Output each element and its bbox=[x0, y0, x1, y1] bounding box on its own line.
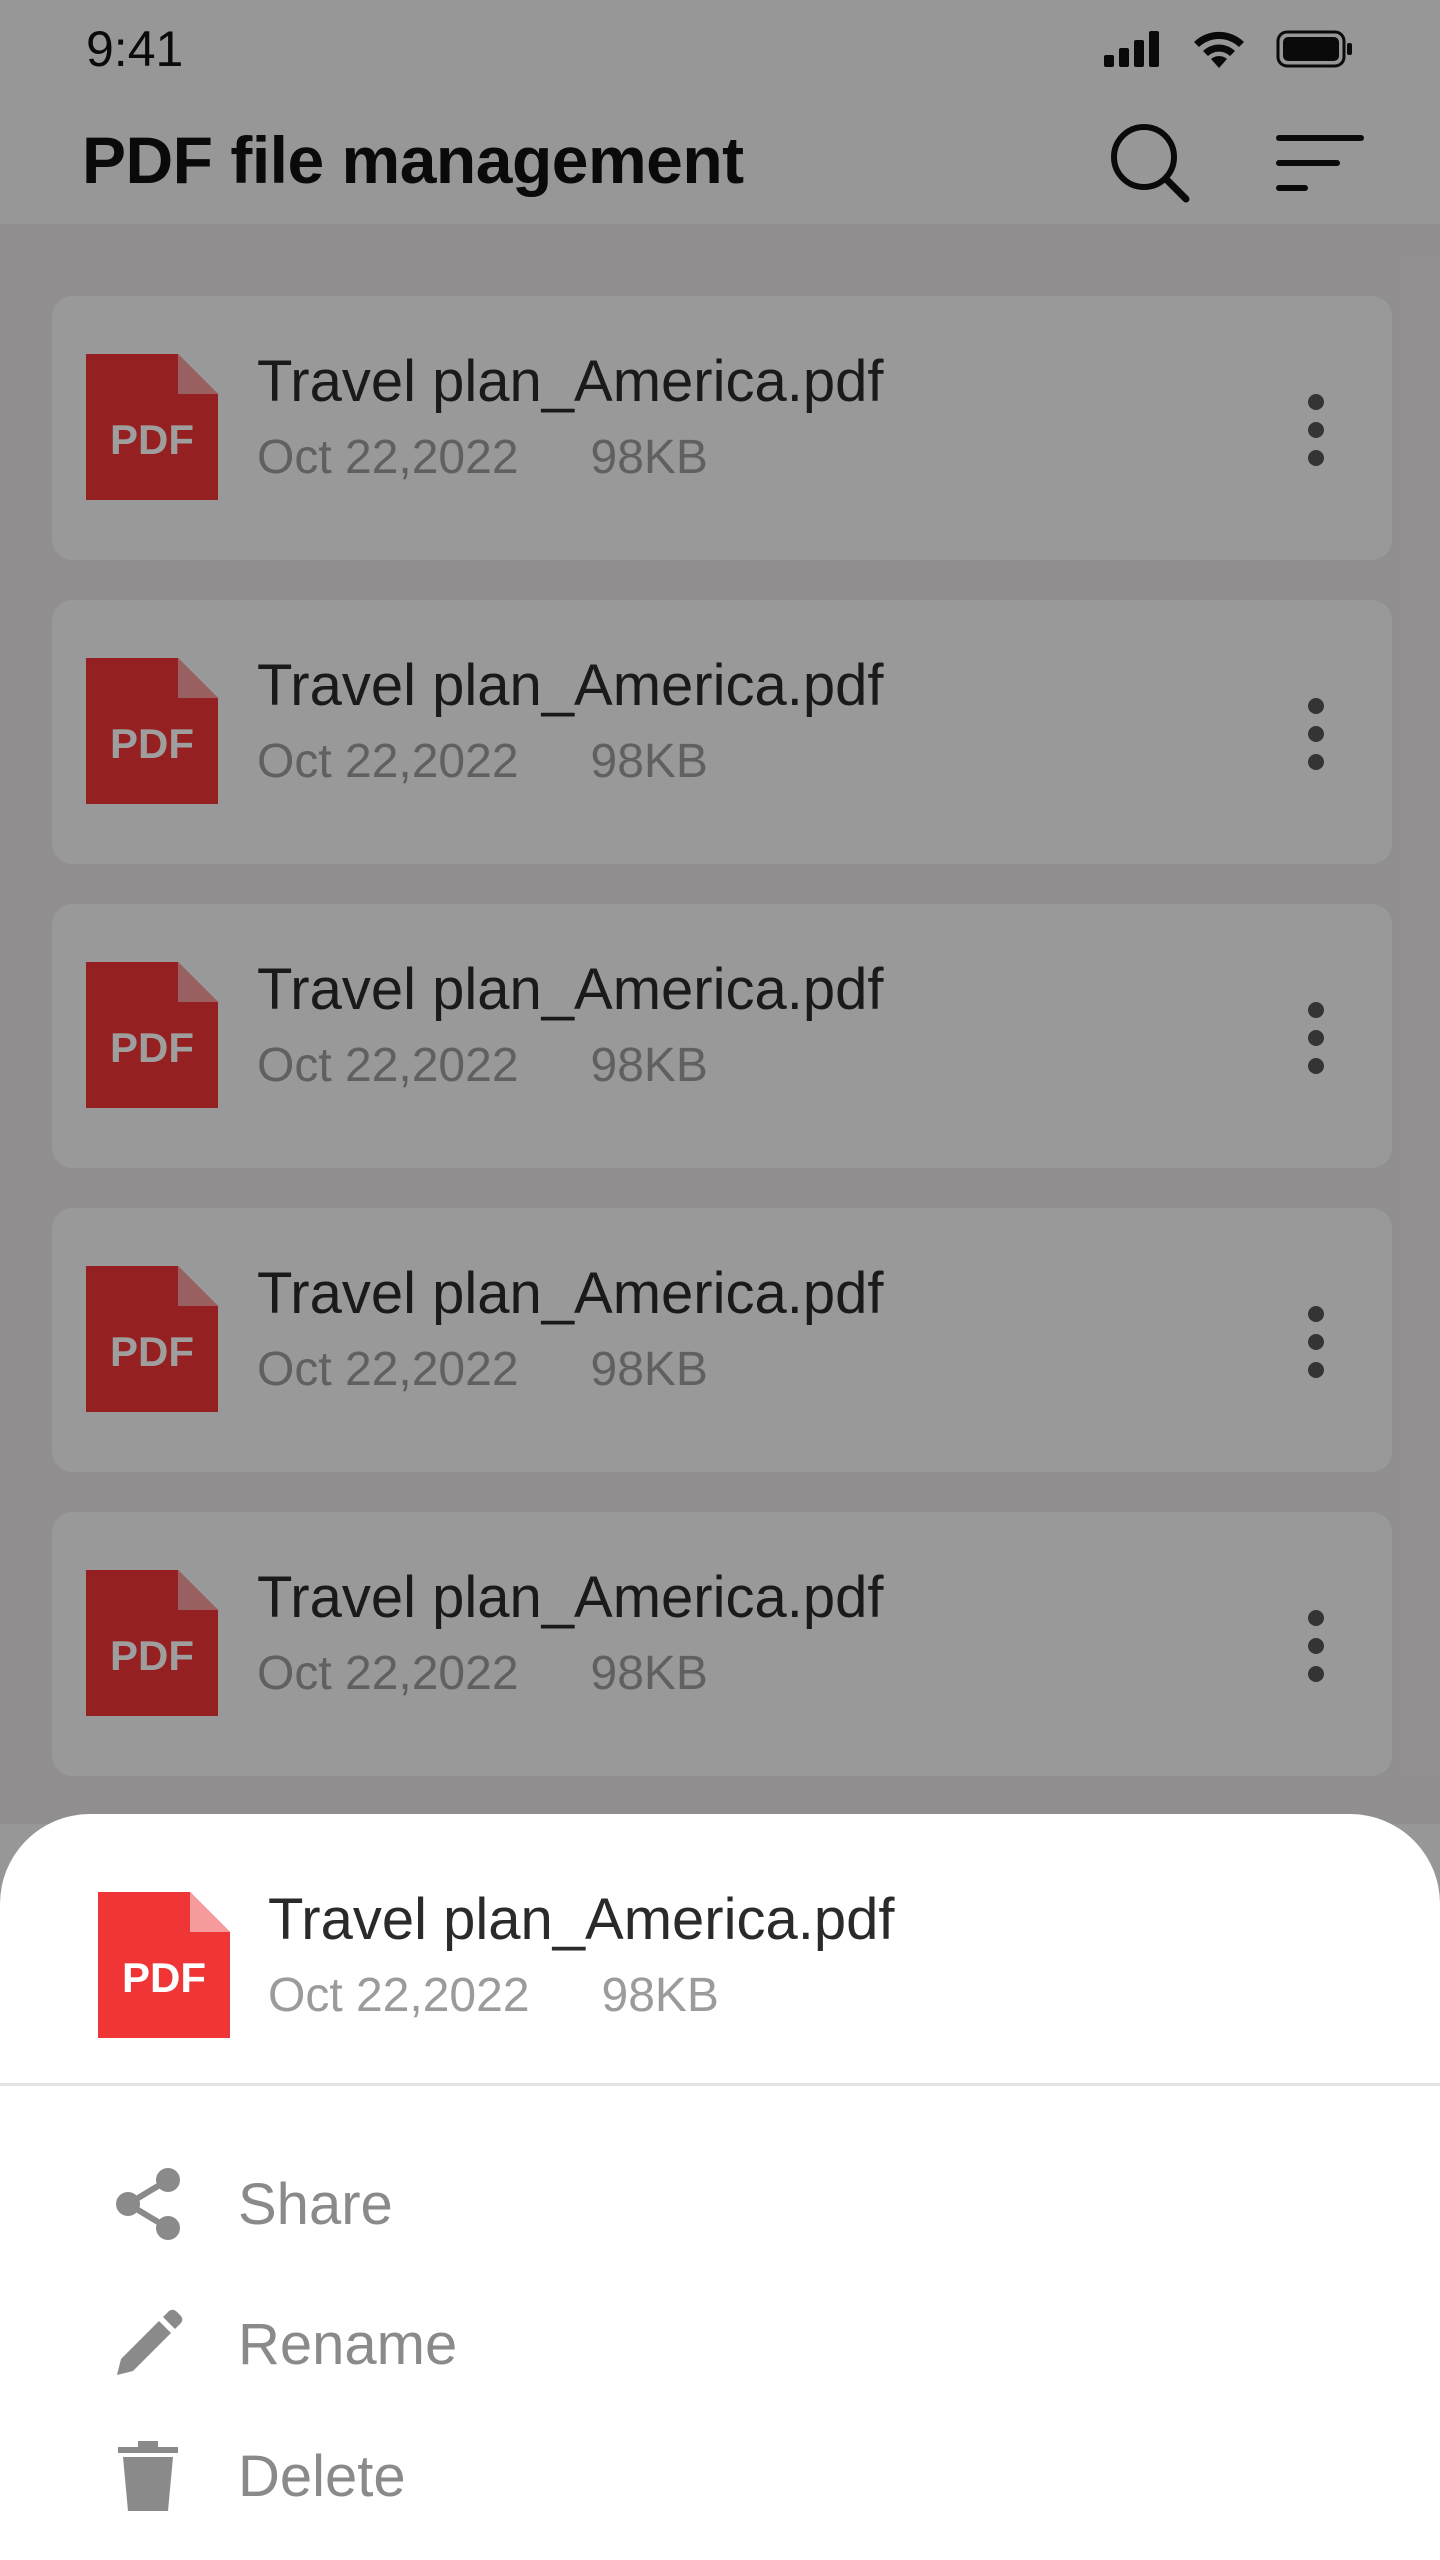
share-label: Share bbox=[238, 2171, 393, 2237]
share-icon bbox=[108, 2164, 188, 2244]
rename-action[interactable]: Rename bbox=[0, 2284, 1440, 2404]
rename-label: Rename bbox=[238, 2311, 458, 2377]
sheet-header: PDF Travel plan_America.pdf Oct 22,2022 … bbox=[0, 1814, 1440, 2086]
sheet-file-meta: Oct 22,2022 98KB bbox=[268, 1968, 719, 2023]
trash-icon bbox=[108, 2436, 188, 2516]
screen: 9:41 PDF file management PDF Travel plan… bbox=[0, 0, 1440, 2560]
sheet-file-name: Travel plan_America.pdf bbox=[268, 1887, 895, 1952]
sheet-file-size: 98KB bbox=[601, 1969, 719, 2022]
pdf-icon-label: PDF bbox=[122, 1954, 206, 2001]
pencil-icon bbox=[108, 2304, 188, 2384]
file-actions-sheet: PDF Travel plan_America.pdf Oct 22,2022 … bbox=[0, 1814, 1440, 2560]
pdf-file-icon: PDF bbox=[98, 1892, 230, 2038]
delete-label: Delete bbox=[238, 2443, 406, 2509]
sheet-file-date: Oct 22,2022 bbox=[268, 1969, 530, 2022]
share-action[interactable]: Share bbox=[0, 2144, 1440, 2264]
delete-action[interactable]: Delete bbox=[0, 2416, 1440, 2536]
